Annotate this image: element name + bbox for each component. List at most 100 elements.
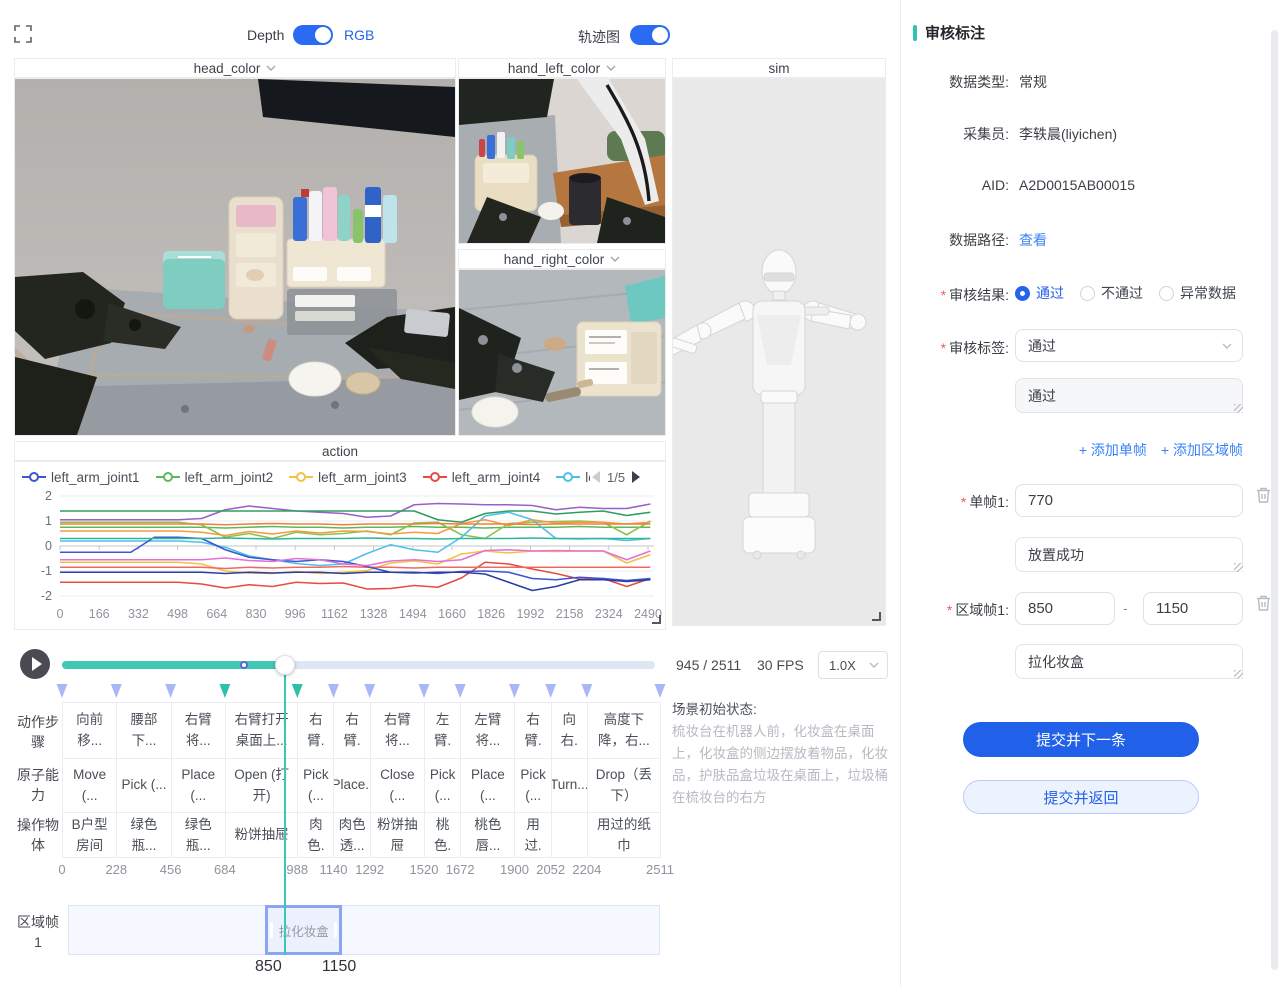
timeline-marker-icon[interactable] <box>327 684 340 698</box>
segment-action-cell: 右臂. <box>515 703 551 759</box>
legend-label: left_arm_joint4 <box>452 470 541 485</box>
segment-object-cell: 绿色瓶... <box>117 813 171 858</box>
region-right-handle[interactable] <box>334 922 337 938</box>
region-end-input[interactable] <box>1143 592 1243 625</box>
aid-value: A2D0015AB00015 <box>1019 177 1135 193</box>
sidebar-title-row: 审核标注 <box>913 22 985 43</box>
progress-slider[interactable] <box>62 661 655 669</box>
legend-prev-icon[interactable] <box>592 471 600 483</box>
region-frame-segment[interactable]: 拉化妆盒 <box>265 905 342 955</box>
timeline-marker-icon[interactable] <box>363 684 376 698</box>
legend-next-icon[interactable] <box>632 471 640 483</box>
legend-label: left_arm_joint2 <box>185 470 274 485</box>
review-result-option[interactable]: 不通过 <box>1080 283 1143 303</box>
review-tag-note[interactable]: 通过 <box>1015 378 1243 413</box>
timeline-marker-icon[interactable] <box>110 684 123 698</box>
chart-resize-handle[interactable] <box>652 615 661 624</box>
collector-label: 采集员: <box>901 124 1009 144</box>
review-tag-select[interactable]: 通过 <box>1015 329 1243 362</box>
single-frame-input[interactable] <box>1015 484 1243 517</box>
segment-object-cell: 肉色. <box>298 813 334 858</box>
region-track-label: 区域帧1 <box>16 912 60 953</box>
add-single-frame-link[interactable]: + 添加单帧 <box>1079 440 1147 460</box>
region-frame-note[interactable]: 拉化妆盒 <box>1015 644 1243 679</box>
region-left-handle[interactable] <box>270 922 273 938</box>
region-start-input[interactable] <box>1015 592 1115 625</box>
fullscreen-icon[interactable] <box>14 25 32 43</box>
head-camera-header[interactable]: head_color <box>14 58 456 78</box>
segment-ability-cell: Pick (... <box>117 759 171 813</box>
svg-text:830: 830 <box>246 607 267 621</box>
segment-action-cell: 右臂. <box>334 703 370 759</box>
delete-region-frame-icon[interactable] <box>1255 594 1272 612</box>
svg-text:-2: -2 <box>41 589 52 603</box>
rgb-label: RGB <box>344 27 374 43</box>
textarea-resize-grip[interactable] <box>1234 670 1243 679</box>
review-result-option[interactable]: 异常数据 <box>1159 283 1236 303</box>
data-path-link[interactable]: 查看 <box>1019 230 1047 250</box>
timeline-marker-icon[interactable] <box>544 684 557 698</box>
legend-item[interactable]: left_arm_joint2 <box>156 470 274 485</box>
hand-left-camera-header[interactable]: hand_left_color <box>458 58 666 78</box>
timeline-marker-icon[interactable] <box>291 684 304 698</box>
single-frame-note[interactable]: 放置成功 <box>1015 537 1243 572</box>
review-result-radios: 通过不通过 异常数据 <box>1015 283 1236 303</box>
delete-single-frame-icon[interactable] <box>1255 486 1272 504</box>
segment-ability-cell: Place (... <box>172 759 226 813</box>
svg-text:2: 2 <box>45 489 52 503</box>
radio-icon <box>1159 286 1174 301</box>
legend-item[interactable]: left_arm_joint1 <box>22 470 140 485</box>
sim-panel-header[interactable]: sim <box>672 58 886 78</box>
hand-left-camera-title: hand_left_color <box>508 61 600 76</box>
depth-rgb-toggle[interactable] <box>293 25 333 45</box>
toggle-knob <box>652 27 668 43</box>
required-mark: * <box>941 287 946 303</box>
legend-item[interactable]: left_arm_joint4 <box>423 470 541 485</box>
add-region-frame-link[interactable]: + 添加区域帧 <box>1161 440 1243 460</box>
region-track-band[interactable] <box>68 905 660 955</box>
submit-back-button[interactable]: 提交并返回 <box>963 780 1199 814</box>
segment-ability-cell: Open (打开) <box>226 759 298 813</box>
scene-state-title: 场景初始状态: <box>672 698 900 718</box>
segment-object-cell <box>552 813 588 858</box>
timeline-marker-icon[interactable] <box>417 684 430 698</box>
single-frame-dot[interactable] <box>240 661 248 669</box>
playhead-cursor[interactable] <box>284 664 286 955</box>
timeline-marker-icon[interactable] <box>164 684 177 698</box>
timeline-marker-icon[interactable] <box>508 684 521 698</box>
sim-resize-handle[interactable] <box>872 612 881 621</box>
radio-label: 异常数据 <box>1180 283 1236 303</box>
legend-item[interactable]: left_arm_joint3 <box>289 470 407 485</box>
trajectory-toggle[interactable] <box>630 25 670 45</box>
hand-right-camera-title: hand_right_color <box>504 252 605 267</box>
row-label-object: 操作物体 <box>16 815 60 856</box>
timeline-marker-icon[interactable] <box>654 684 667 698</box>
segment-ability-cell: Pick (... <box>298 759 334 813</box>
submit-next-button[interactable]: 提交并下一条 <box>963 722 1199 757</box>
textarea-resize-grip[interactable] <box>1234 563 1243 572</box>
play-button[interactable] <box>20 649 50 679</box>
frame-axis-label: 2511 <box>638 862 682 877</box>
speed-value: 1.0X <box>829 658 856 673</box>
sidebar-scrollbar[interactable] <box>1271 30 1278 970</box>
frame-position: 945 / 2511 <box>676 657 741 673</box>
timeline-marker-icon[interactable] <box>454 684 467 698</box>
timeline-marker-icon[interactable] <box>218 684 231 698</box>
radio-icon <box>1080 286 1095 301</box>
timeline-marker-icon[interactable] <box>580 684 593 698</box>
legend-marker-icon <box>556 472 580 482</box>
textarea-resize-grip[interactable] <box>1234 404 1243 413</box>
review-tag-label: *审核标签: <box>901 338 1009 358</box>
timeline-marker-icon[interactable] <box>56 684 69 698</box>
required-mark: * <box>961 494 966 510</box>
action-chart-header: action <box>14 441 666 461</box>
fps-label: 30 FPS <box>757 657 804 673</box>
collector-value: 李轶晨(liyichen) <box>1019 124 1117 144</box>
progress-handle[interactable] <box>275 655 295 675</box>
chevron-down-icon <box>266 65 276 71</box>
legend-item[interactable]: le <box>556 470 590 485</box>
review-result-option[interactable]: 通过 <box>1015 283 1064 303</box>
playback-speed-select[interactable]: 1.0X <box>818 651 888 679</box>
hand-right-camera-header[interactable]: hand_right_color <box>458 249 666 269</box>
region-name: 拉化妆盒 <box>279 921 329 940</box>
